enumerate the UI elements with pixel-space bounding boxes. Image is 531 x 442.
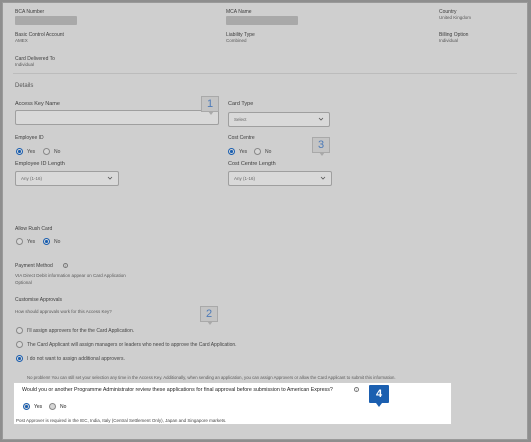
allow-rush-no-radio[interactable] [43, 238, 50, 245]
payment-method-value: Optional [15, 280, 32, 285]
payment-method-label: Payment Method [15, 263, 53, 269]
card-type-select[interactable]: Select [228, 112, 330, 127]
step-2-marker: 2 [200, 306, 218, 325]
cost-centre-label: Cost Centre [228, 135, 255, 141]
basic-control-account-value: AMEX [15, 38, 28, 43]
employee-id-no-radio[interactable] [43, 148, 50, 155]
step-1-marker: 1 [201, 96, 219, 115]
approval-option-1-label: I'll assign approvers for the the Card A… [27, 328, 135, 334]
step-3-marker: 3 [312, 137, 330, 156]
divider [13, 73, 517, 74]
bca-number-label: BCA Number [15, 9, 45, 15]
customise-approvals-heading: Customise Approvals [15, 297, 62, 303]
info-icon[interactable]: i [354, 387, 359, 392]
card-delivered-to-value: Individual [15, 62, 35, 67]
bca-number-value-redacted [15, 16, 77, 25]
card-type-label: Card Type [228, 101, 254, 107]
approvals-note: No problem! You can still set your selec… [27, 375, 396, 380]
cost-centre-no-label: No [265, 149, 272, 155]
cost-centre-no-radio[interactable] [254, 148, 261, 155]
cost-centre-yes-radio[interactable] [228, 148, 235, 155]
allow-rush-card-label: Allow Rush Card [15, 226, 53, 232]
chevron-down-icon [107, 176, 113, 180]
cost-centre-length-label: Cost Centre Length [228, 161, 276, 167]
employee-id-length-select[interactable]: Any (1-16) [15, 171, 119, 186]
cost-centre-length-select[interactable]: Any (1-16) [228, 171, 332, 186]
payment-method-desc: VIA Direct Debit information appear on C… [15, 273, 126, 278]
approval-option-3-radio[interactable] [16, 355, 23, 362]
final-approval-no-radio[interactable] [49, 403, 56, 410]
mca-name-value-redacted [226, 16, 298, 25]
card-type-value: Select [234, 117, 247, 122]
employee-id-no-label: No [54, 149, 61, 155]
chevron-down-icon [320, 176, 326, 180]
allow-rush-no-label: No [54, 239, 61, 245]
approval-option-1-radio[interactable] [16, 327, 23, 334]
chevron-down-icon [318, 117, 324, 121]
info-icon[interactable]: i [63, 263, 68, 268]
approval-option-2-radio[interactable] [16, 341, 23, 348]
approval-option-2-label: The Card Applicant will assign managers … [27, 342, 237, 348]
final-approval-yes-label: Yes [34, 404, 43, 410]
final-approval-footnote: Post Approver is required in the IEC, In… [16, 418, 227, 423]
final-approval-question: Would you or another Programme Administr… [22, 387, 333, 393]
employee-id-length-value: Any (1-16) [21, 176, 43, 181]
details-heading: Details [15, 83, 34, 89]
approvals-question: How should approvals work for this Acces… [15, 309, 112, 314]
allow-rush-yes-label: Yes [27, 239, 36, 245]
mca-name-label: MCA Name [226, 9, 252, 15]
approval-option-3-label: I do not want to assign additional appro… [27, 356, 125, 362]
employee-id-label: Employee ID [15, 135, 44, 141]
allow-rush-yes-radio[interactable] [16, 238, 23, 245]
billing-option-value: Individual [439, 38, 459, 43]
final-approval-yes-radio[interactable] [23, 403, 30, 410]
employee-id-yes-label: Yes [27, 149, 36, 155]
access-key-name-input[interactable] [15, 110, 219, 125]
cost-centre-yes-label: Yes [239, 149, 248, 155]
final-approval-no-label: No [60, 404, 67, 410]
step-4-marker: 4 [369, 385, 389, 407]
country-value: United Kingdom [439, 15, 472, 20]
employee-id-length-label: Employee ID Length [15, 161, 65, 167]
employee-id-yes-radio[interactable] [16, 148, 23, 155]
cost-centre-length-value: Any (1-16) [234, 176, 256, 181]
liability-type-value: Combined [226, 38, 247, 43]
access-key-name-label: Access Key Name [15, 101, 60, 107]
form-page: BCA Number MCA Name Country United Kingd… [2, 2, 528, 440]
